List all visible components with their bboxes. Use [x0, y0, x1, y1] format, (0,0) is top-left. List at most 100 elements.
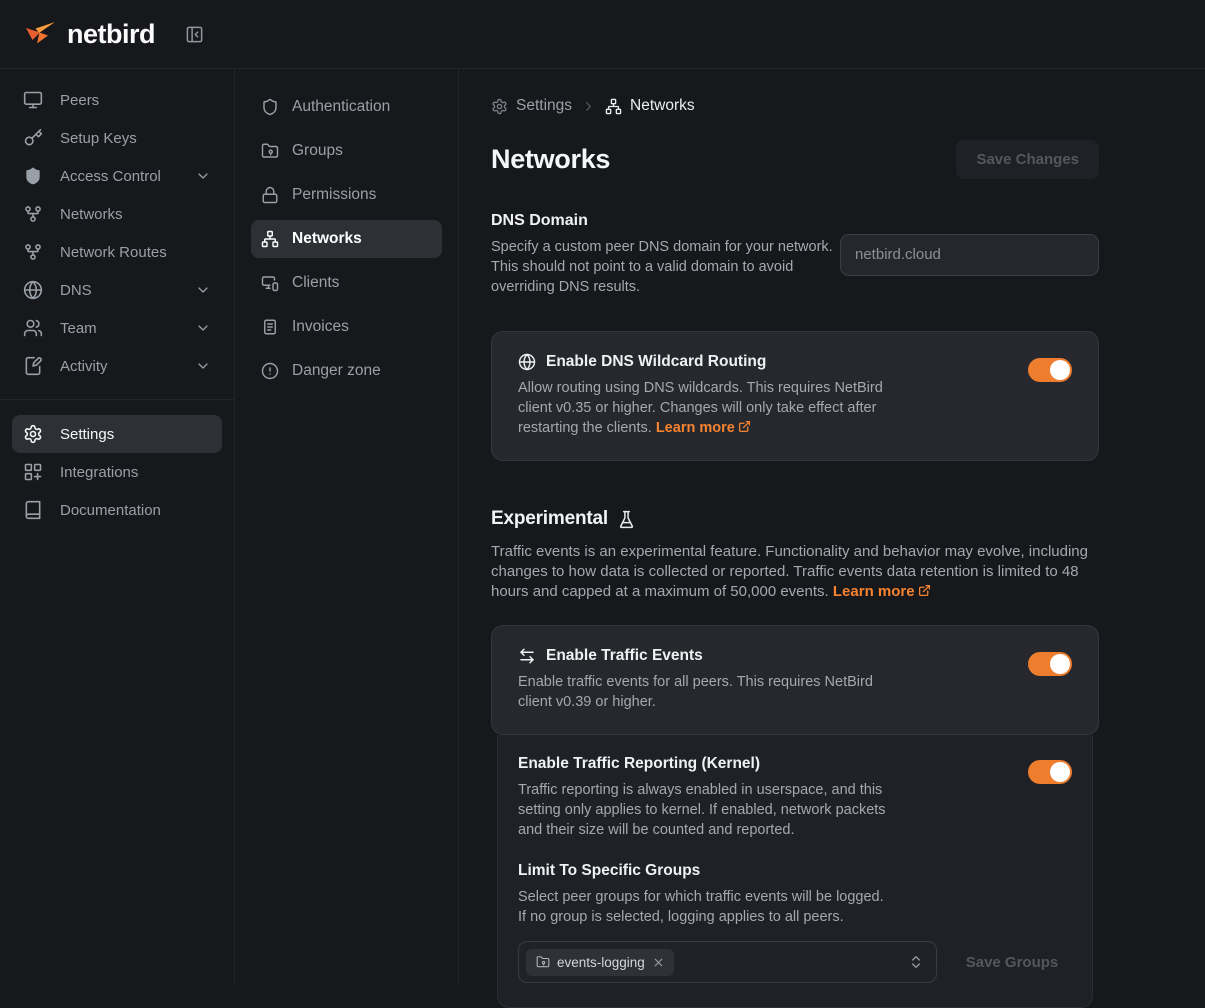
sidebar-item-activity[interactable]: Activity [12, 347, 222, 385]
main-sidebar: Peers Setup Keys Access Control Networks… [0, 69, 235, 985]
experimental-description: Traffic events is an experimental featur… [491, 543, 1088, 600]
panel-left-collapse-icon [185, 25, 204, 44]
git-fork-icon [23, 242, 43, 262]
experimental-heading: Experimental [491, 508, 608, 530]
breadcrumb: Settings Networks [491, 97, 1099, 115]
alert-circle-icon [261, 362, 279, 380]
chevron-down-icon [195, 168, 211, 184]
sidebar-collapse-button[interactable] [183, 23, 206, 46]
brand-name: netbird [67, 19, 155, 50]
shield-outline-icon [261, 98, 279, 116]
hierarchy-icon [261, 230, 279, 248]
sidebar-item-integrations[interactable]: Integrations [12, 453, 222, 491]
netbird-bird-icon [24, 19, 58, 49]
sidebar-item-label: Activity [60, 358, 178, 375]
chevrons-up-down-icon [908, 954, 924, 970]
folder-git-icon [536, 955, 550, 969]
subnav-item-label: Clients [292, 274, 432, 292]
key-icon [23, 128, 43, 148]
sidebar-item-label: Access Control [60, 168, 178, 185]
traffic-events-description: Enable traffic events for all peers. Thi… [518, 672, 910, 712]
sidebar-item-label: Peers [60, 92, 211, 109]
sidebar-item-documentation[interactable]: Documentation [12, 491, 222, 529]
sidebar-item-setup-keys[interactable]: Setup Keys [12, 119, 222, 157]
subnav-item-authentication[interactable]: Authentication [251, 88, 442, 126]
sidebar-item-label: Network Routes [60, 244, 211, 261]
users-icon [23, 318, 43, 338]
blocks-icon [23, 462, 43, 482]
settings-subnav: Authentication Groups Permissions Networ… [235, 69, 459, 985]
gear-icon [23, 424, 43, 444]
sidebar-item-network-routes[interactable]: Network Routes [12, 233, 222, 271]
kernel-reporting-toggle[interactable] [1028, 760, 1072, 784]
dns-domain-heading: DNS Domain [491, 212, 837, 230]
limit-groups-description-line1: Select peer groups for which traffic eve… [518, 887, 1072, 907]
sidebar-item-label: Documentation [60, 502, 211, 519]
traffic-events-toggle[interactable] [1028, 652, 1072, 676]
shield-icon [23, 166, 43, 186]
dns-domain-input[interactable] [840, 234, 1099, 276]
sidebar-item-label: DNS [60, 282, 178, 299]
globe-icon [23, 280, 43, 300]
notebook-pen-icon [23, 356, 43, 376]
save-groups-button[interactable]: Save Groups [952, 941, 1072, 983]
remove-group-icon[interactable] [652, 956, 665, 969]
main-content: Settings Networks Networks Save Changes … [459, 69, 1205, 985]
subnav-item-permissions[interactable]: Permissions [251, 176, 442, 214]
limit-groups-description-line2: If no group is selected, logging applies… [518, 907, 1072, 927]
subnav-item-danger-zone[interactable]: Danger zone [251, 352, 442, 390]
subnav-item-label: Networks [292, 230, 432, 248]
traffic-events-title: Enable Traffic Events [546, 647, 703, 665]
sidebar-item-dns[interactable]: DNS [12, 271, 222, 309]
chevron-down-icon [195, 282, 211, 298]
dns-domain-section: DNS Domain Specify a custom peer DNS dom… [491, 212, 1099, 297]
subnav-item-networks[interactable]: Networks [251, 220, 442, 258]
subnav-item-label: Permissions [292, 186, 432, 204]
sidebar-item-label: Team [60, 320, 178, 337]
chevron-down-icon [195, 358, 211, 374]
lock-icon [261, 186, 279, 204]
sidebar-divider [0, 399, 234, 400]
folder-git-icon [261, 142, 279, 160]
sidebar-item-label: Networks [60, 206, 211, 223]
limit-groups-section: Limit To Specific Groups Select peer gro… [518, 862, 1072, 983]
breadcrumb-label: Networks [630, 97, 695, 115]
arrows-left-right-icon [518, 647, 536, 665]
breadcrumb-settings[interactable]: Settings [491, 97, 572, 115]
limit-groups-title: Limit To Specific Groups [518, 862, 1072, 880]
subnav-item-label: Authentication [292, 98, 432, 116]
netbird-logo: netbird [24, 19, 155, 50]
save-changes-button[interactable]: Save Changes [956, 140, 1099, 179]
sidebar-item-access-control[interactable]: Access Control [12, 157, 222, 195]
book-icon [23, 500, 43, 520]
sidebar-item-team[interactable]: Team [12, 309, 222, 347]
sidebar-item-networks[interactable]: Networks [12, 195, 222, 233]
learn-more-link[interactable]: Learn more [656, 420, 751, 436]
sidebar-item-settings[interactable]: Settings [12, 415, 222, 453]
group-chip: events-logging [526, 949, 674, 976]
subnav-item-invoices[interactable]: Invoices [251, 308, 442, 346]
flask-icon [617, 510, 636, 529]
hierarchy-icon [605, 98, 622, 115]
external-link-icon [918, 584, 931, 597]
dns-wildcard-card: Enable DNS Wildcard Routing Allow routin… [491, 331, 1099, 461]
globe-icon [518, 353, 536, 371]
sidebar-item-peers[interactable]: Peers [12, 81, 222, 119]
git-fork-icon [23, 204, 43, 224]
learn-more-link[interactable]: Learn more [833, 583, 931, 600]
traffic-events-subpanel: Enable Traffic Reporting (Kernel) Traffi… [497, 735, 1093, 1008]
devices-icon [261, 274, 279, 292]
top-bar: netbird [0, 0, 1205, 69]
subnav-item-clients[interactable]: Clients [251, 264, 442, 302]
gear-icon [491, 98, 508, 115]
dns-wildcard-toggle[interactable] [1028, 358, 1072, 382]
subnav-item-groups[interactable]: Groups [251, 132, 442, 170]
chevron-right-icon [581, 99, 596, 114]
groups-select[interactable]: events-logging [518, 941, 937, 983]
wildcard-title: Enable DNS Wildcard Routing [546, 353, 766, 371]
breadcrumb-networks[interactable]: Networks [605, 97, 695, 115]
traffic-events-card: Enable Traffic Events Enable traffic eve… [491, 625, 1099, 735]
breadcrumb-label: Settings [516, 97, 572, 115]
page-title: Networks [491, 144, 610, 175]
kernel-reporting-title: Enable Traffic Reporting (Kernel) [518, 755, 760, 773]
